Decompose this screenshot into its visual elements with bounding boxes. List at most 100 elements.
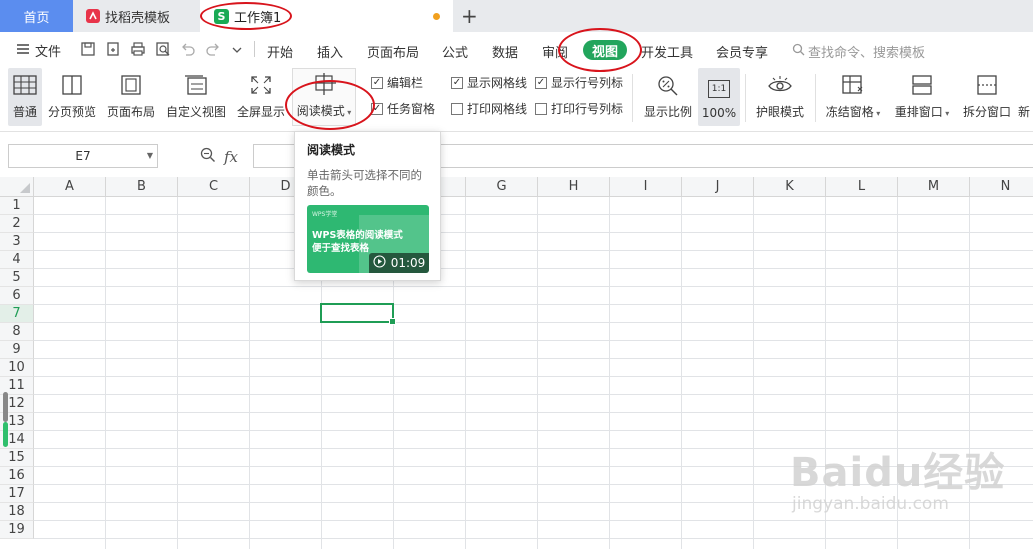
edit-bar-checkbox[interactable]: ✓ 编辑栏 <box>371 74 423 91</box>
row-header[interactable]: 3 <box>0 233 34 251</box>
tab-home[interactable]: 首页 <box>0 0 73 32</box>
zoom-button[interactable]: 显示比例 <box>642 68 694 126</box>
unsaved-dot-icon <box>433 13 440 20</box>
video-title-line2: 便于查找表格 <box>312 243 370 254</box>
show-gridlines-check-icon: ✓ <box>451 76 463 89</box>
column-header[interactable]: H <box>538 177 610 197</box>
column-header[interactable]: J <box>682 177 754 197</box>
selected-cell-e7[interactable] <box>320 303 396 325</box>
zoom-100-button[interactable]: 1:1 100% <box>698 68 740 126</box>
menu-data[interactable]: 数据 <box>492 42 518 61</box>
tab-template[interactable]: 找稻壳模板 <box>74 0 200 32</box>
menu-row: 文件 开始 插入 页面布局 公式 数据 审阅 视图 开发工具 会员专享 查找命令… <box>0 32 1033 66</box>
left-scroll-indicator-active[interactable] <box>3 422 8 447</box>
tab-template-label: 找稻壳模板 <box>105 10 171 26</box>
column-header[interactable]: M <box>898 177 970 197</box>
redo-icon[interactable] <box>205 41 221 57</box>
name-box-dropdown-icon[interactable]: ▼ <box>147 151 153 160</box>
new-window-button[interactable]: 新 <box>1018 68 1033 126</box>
grid-line <box>34 394 1033 395</box>
ribbon-divider <box>745 74 746 122</box>
grid-line <box>34 358 1033 359</box>
row-header[interactable]: 19 <box>0 521 34 539</box>
tooltip-title: 阅读模式 <box>307 143 356 157</box>
eye-protection-label: 护眼模式 <box>755 105 804 119</box>
show-headers-checkbox[interactable]: ✓ 显示行号列标 <box>535 74 623 91</box>
eye-protection-button[interactable]: 护眼模式 <box>752 68 808 126</box>
undo-icon[interactable] <box>180 41 196 57</box>
page-break-preview-button[interactable]: 分页预览 <box>46 68 98 126</box>
print-gridlines-checkbox[interactable]: 打印网格线 <box>451 100 527 117</box>
row-header[interactable]: 2 <box>0 215 34 233</box>
split-window-button[interactable]: 拆分窗口 <box>960 68 1014 126</box>
zoom-label: 显示比例 <box>643 105 692 119</box>
normal-view-button[interactable]: 普通 <box>8 68 42 126</box>
file-menu-button[interactable]: 文件 <box>16 41 61 60</box>
column-header[interactable]: C <box>178 177 250 197</box>
name-box[interactable]: E7 ▼ <box>8 144 158 168</box>
search-placeholder: 查找命令、搜索模板 <box>808 46 926 61</box>
column-header[interactable]: K <box>754 177 826 197</box>
export-icon[interactable] <box>105 41 121 57</box>
row-header[interactable]: 8 <box>0 323 34 341</box>
menu-formula[interactable]: 公式 <box>442 42 468 61</box>
print-preview-icon[interactable] <box>155 41 171 57</box>
rearrange-windows-button[interactable]: 重排窗口 ▾ <box>891 68 953 126</box>
grid-line <box>34 340 1033 341</box>
freeze-panes-icon <box>842 75 863 94</box>
task-pane-checkbox[interactable]: ✓ 任务窗格 <box>371 100 435 117</box>
page-layout-button[interactable]: 页面布局 <box>105 68 157 126</box>
grid-line <box>34 304 1033 305</box>
fx-icon[interactable]: fx <box>224 148 238 166</box>
print-headers-label: 打印行号列标 <box>551 102 624 116</box>
menu-page-layout[interactable]: 页面布局 <box>367 42 419 61</box>
print-icon[interactable] <box>130 41 146 57</box>
search-icon <box>792 43 805 60</box>
video-title-line1: WPS表格的阅读模式 <box>312 230 403 241</box>
menu-insert[interactable]: 插入 <box>317 42 343 61</box>
menu-developer[interactable]: 开发工具 <box>641 42 693 61</box>
new-tab-plus-icon[interactable]: + <box>461 4 478 28</box>
tooltip-video-thumbnail[interactable]: WPS学堂 WPS表格的阅读模式 便于查找表格 01:09 <box>307 205 429 273</box>
grid-line <box>34 286 1033 287</box>
grid-line <box>34 232 1033 233</box>
page-layout-label: 页面布局 <box>106 105 155 119</box>
column-header[interactable]: G <box>466 177 538 197</box>
column-header[interactable]: A <box>34 177 106 197</box>
page-layout-icon <box>121 75 141 95</box>
row-header[interactable]: 5 <box>0 269 34 287</box>
row-header[interactable]: 6 <box>0 287 34 305</box>
row-header[interactable]: 1 <box>0 197 34 215</box>
annotation-oval-reading-mode <box>285 80 375 130</box>
save-icon[interactable] <box>80 41 96 57</box>
custom-view-icon <box>185 75 207 95</box>
row-header[interactable]: 10 <box>0 359 34 377</box>
row-header[interactable]: 9 <box>0 341 34 359</box>
row-header[interactable]: 17 <box>0 485 34 503</box>
grid-line <box>34 412 1033 413</box>
column-header[interactable]: B <box>106 177 178 197</box>
left-scroll-indicator[interactable] <box>3 392 8 422</box>
menu-start[interactable]: 开始 <box>267 42 293 61</box>
custom-view-button[interactable]: 自定义视图 <box>164 68 228 126</box>
column-header[interactable]: I <box>610 177 682 197</box>
row-header[interactable]: 4 <box>0 251 34 269</box>
menu-member[interactable]: 会员专享 <box>716 42 768 61</box>
print-headers-checkbox[interactable]: 打印行号列标 <box>535 100 623 117</box>
command-search[interactable]: 查找命令、搜索模板 <box>792 42 925 61</box>
annotation-oval-workbook <box>200 2 292 30</box>
column-header[interactable]: N <box>970 177 1033 197</box>
row-header-selected[interactable]: 7 <box>0 305 34 323</box>
show-gridlines-label: 显示网格线 <box>467 76 528 90</box>
row-header[interactable]: 16 <box>0 467 34 485</box>
quick-access-dropdown-icon[interactable] <box>231 41 247 57</box>
fullscreen-button[interactable]: 全屏显示 <box>235 68 287 126</box>
show-gridlines-checkbox[interactable]: ✓ 显示网格线 <box>451 74 527 91</box>
column-header[interactable]: L <box>826 177 898 197</box>
row-header[interactable]: 18 <box>0 503 34 521</box>
row-header[interactable]: 15 <box>0 449 34 467</box>
freeze-panes-button[interactable]: 冻结窗格 ▾ <box>822 68 884 126</box>
select-all-corner[interactable] <box>0 177 34 197</box>
freeze-panes-label: 冻结窗格 ▾ <box>825 105 881 119</box>
zoom-search-icon[interactable] <box>200 147 216 166</box>
